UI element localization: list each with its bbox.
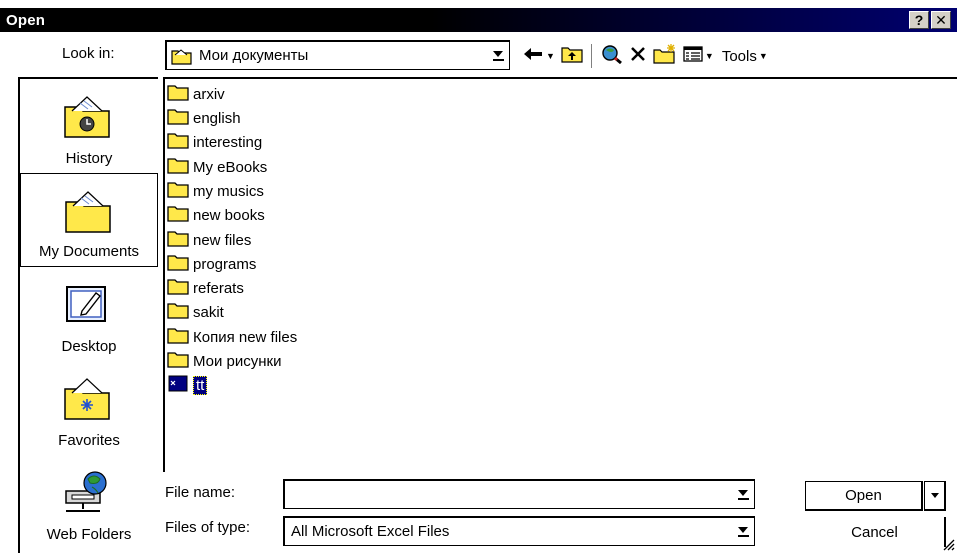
folder-icon bbox=[167, 132, 189, 153]
look-in-value: Мои документы bbox=[199, 47, 309, 64]
place-my-documents[interactable]: My Documents bbox=[20, 173, 158, 267]
open-button[interactable]: Open bbox=[805, 481, 923, 511]
list-item[interactable]: my musics bbox=[167, 180, 264, 202]
back-button[interactable]: ▼ bbox=[522, 46, 555, 66]
favorites-folder-icon bbox=[62, 375, 112, 425]
place-label: Desktop bbox=[61, 338, 117, 355]
file-name: sakit bbox=[193, 303, 224, 321]
delete-x-icon bbox=[629, 45, 647, 67]
place-history[interactable]: History bbox=[20, 79, 158, 173]
list-item[interactable]: programs bbox=[167, 253, 256, 275]
file-type-value: All Microsoft Excel Files bbox=[291, 523, 450, 540]
chevron-down-icon[interactable] bbox=[734, 484, 752, 506]
title-bar[interactable]: Open ? ✕ bbox=[0, 8, 957, 32]
folder-icon bbox=[167, 254, 189, 275]
shortcut-file-icon bbox=[167, 375, 189, 396]
folder-icon bbox=[167, 302, 189, 323]
file-name-label: File name: bbox=[165, 484, 236, 501]
file-type-label: Files of type: bbox=[165, 519, 251, 536]
chevron-down-icon[interactable] bbox=[489, 45, 507, 67]
file-name: Мои рисунки bbox=[193, 352, 282, 370]
views-list-icon bbox=[683, 46, 703, 66]
folder-icon bbox=[167, 157, 189, 178]
file-name-input[interactable] bbox=[283, 479, 755, 509]
help-button[interactable]: ? bbox=[909, 11, 929, 29]
cancel-button[interactable]: Cancel bbox=[805, 517, 946, 547]
file-name: referats bbox=[193, 279, 244, 297]
list-item[interactable]: interesting bbox=[167, 131, 262, 153]
file-name: new books bbox=[193, 206, 265, 224]
resize-grip-icon[interactable] bbox=[941, 537, 955, 551]
list-item[interactable]: new books bbox=[167, 204, 265, 226]
places-bar: History My Documents Desktop Favorites W… bbox=[18, 77, 158, 553]
file-name: arxiv bbox=[193, 85, 225, 103]
place-desktop[interactable]: Desktop bbox=[20, 267, 158, 361]
up-one-level-button[interactable] bbox=[561, 45, 583, 67]
place-label: My Documents bbox=[38, 243, 140, 260]
list-item-selected[interactable]: tt bbox=[167, 374, 208, 396]
chevron-down-icon[interactable] bbox=[734, 521, 752, 543]
open-button-label: Open bbox=[845, 487, 882, 504]
file-name: tt bbox=[193, 375, 208, 395]
chevron-down-icon: ▼ bbox=[758, 51, 768, 61]
list-item[interactable]: sakit bbox=[167, 301, 224, 323]
delete-button[interactable] bbox=[629, 45, 647, 67]
toolbar-separator bbox=[590, 44, 593, 68]
history-folder-icon bbox=[62, 93, 112, 143]
open-options-button[interactable] bbox=[924, 481, 946, 511]
search-web-icon bbox=[601, 44, 623, 68]
views-button[interactable]: ▼ bbox=[683, 46, 714, 66]
folder-icon bbox=[167, 230, 189, 251]
web-folders-icon bbox=[62, 469, 112, 519]
folder-icon bbox=[167, 351, 189, 372]
chevron-down-icon bbox=[930, 493, 939, 498]
close-button[interactable]: ✕ bbox=[931, 11, 951, 29]
desktop-icon bbox=[62, 281, 112, 331]
look-in-label: Look in: bbox=[62, 45, 115, 62]
folder-icon bbox=[167, 205, 189, 226]
folder-icon bbox=[167, 181, 189, 202]
list-item[interactable]: new files bbox=[167, 229, 251, 251]
tools-menu-button[interactable]: Tools ▼ bbox=[722, 48, 768, 65]
place-web-folders[interactable]: Web Folders bbox=[20, 455, 158, 549]
place-label: Favorites bbox=[58, 432, 120, 449]
file-name: english bbox=[193, 109, 241, 127]
file-name: programs bbox=[193, 255, 257, 273]
file-name: new files bbox=[193, 231, 252, 249]
back-arrow-icon bbox=[522, 46, 544, 66]
new-folder-icon bbox=[653, 44, 677, 68]
list-item[interactable]: Мои рисунки bbox=[167, 350, 282, 372]
file-name: Копия new files bbox=[193, 328, 298, 346]
place-label: History bbox=[65, 150, 113, 167]
tools-label: Tools bbox=[721, 47, 757, 65]
my-documents-folder-icon bbox=[63, 188, 113, 238]
chevron-down-icon: ▼ bbox=[704, 51, 714, 61]
file-name: interesting bbox=[193, 133, 263, 151]
title-buttons: ? ✕ bbox=[909, 11, 951, 29]
list-item[interactable]: english bbox=[167, 107, 241, 129]
list-item[interactable]: referats bbox=[167, 277, 244, 299]
place-favorites[interactable]: Favorites bbox=[20, 361, 158, 455]
search-web-button[interactable] bbox=[601, 44, 623, 68]
folder-open-icon bbox=[171, 47, 193, 65]
look-in-dropdown[interactable]: Мои документы bbox=[165, 40, 510, 70]
up-folder-icon bbox=[561, 45, 583, 67]
list-item[interactable]: arxiv bbox=[167, 83, 225, 105]
chevron-down-icon: ▼ bbox=[546, 51, 555, 61]
cancel-button-label: Cancel bbox=[851, 523, 898, 541]
folder-icon bbox=[167, 108, 189, 129]
folder-icon bbox=[167, 278, 189, 299]
place-label: Web Folders bbox=[46, 526, 132, 543]
toolbar: ▼ ▼ Tools ▼ bbox=[522, 42, 768, 70]
file-type-dropdown[interactable]: All Microsoft Excel Files bbox=[283, 516, 755, 546]
list-item[interactable]: My eBooks bbox=[167, 156, 267, 178]
list-item[interactable]: Копия new files bbox=[167, 326, 297, 348]
file-name: My eBooks bbox=[193, 158, 268, 176]
folder-icon bbox=[167, 327, 189, 348]
new-folder-button[interactable] bbox=[653, 44, 677, 68]
folder-icon bbox=[167, 84, 189, 105]
file-name: my musics bbox=[193, 182, 264, 200]
file-list[interactable]: arxiv english interesting My eBooks my m… bbox=[163, 77, 957, 472]
window-title: Open bbox=[6, 11, 46, 29]
